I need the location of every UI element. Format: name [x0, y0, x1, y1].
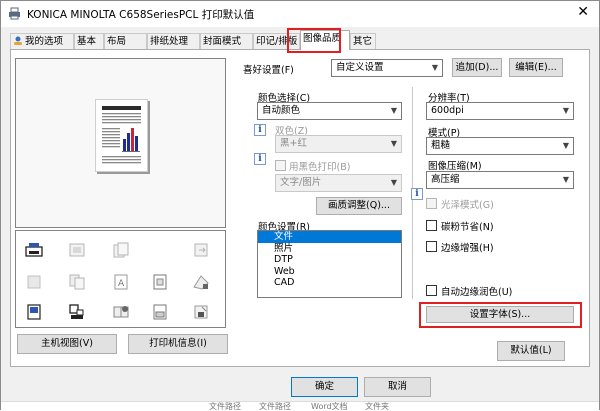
- punch-option-icon: [27, 304, 41, 320]
- tab-label: 其它: [353, 36, 373, 47]
- resolution-value: 600dpi: [431, 105, 464, 116]
- bw-print-value: 文字/图片: [280, 177, 322, 188]
- bw-print-label: 用黑色打印(B): [289, 162, 351, 173]
- tab-label: 排纸处理: [150, 36, 189, 47]
- paper-option-icon: [27, 275, 41, 289]
- tab-paper-handling[interactable]: 排纸处理: [147, 33, 200, 50]
- title-bar: KONICA MINOLTA C658SeriesPCL 打印默认值 ✕: [1, 1, 599, 27]
- fold-option-icon: [113, 306, 129, 318]
- bw-print-select[interactable]: 文字/图片 ▼: [275, 174, 402, 192]
- duplex-option-icon: [69, 274, 85, 290]
- auto-trapping-label: 自动边缘润色(U): [441, 287, 513, 298]
- device-options-panel: A: [15, 230, 226, 328]
- host-view-button[interactable]: 主机视图(V): [17, 334, 117, 354]
- tab-label: 图像品质: [303, 33, 342, 44]
- compression-select[interactable]: 高压缩 ▼: [426, 171, 574, 189]
- toner-save-label: 碳粉节省(N): [441, 222, 494, 233]
- tray-option-icon: [69, 243, 85, 257]
- favorites-value: 自定义设置: [336, 62, 384, 73]
- info-icon: i: [254, 124, 266, 136]
- tray-output-icon: [153, 304, 167, 320]
- print-preview: [15, 58, 226, 228]
- copy-option-icon: [113, 242, 129, 258]
- printer-main-icon[interactable]: [25, 241, 43, 259]
- font-settings-button[interactable]: 设置字体(S)...: [426, 306, 574, 323]
- list-item[interactable]: Web: [258, 266, 401, 278]
- chevron-down-icon: ▼: [431, 63, 438, 72]
- mode-select[interactable]: 粗糙 ▼: [426, 137, 574, 155]
- color-settings-list[interactable]: 文件 照片 DTP Web CAD: [257, 230, 402, 298]
- quality-adjust-button[interactable]: 画质调整(Q)...: [316, 197, 402, 215]
- compression-value: 高压缩: [431, 174, 460, 185]
- font-option-icon: A: [114, 274, 128, 290]
- edit-favorite-button[interactable]: 编辑(E)...: [509, 58, 563, 77]
- list-item[interactable]: 文件: [258, 231, 401, 243]
- compression-label: 图像压缩(M): [428, 161, 482, 172]
- tab-other[interactable]: 其它: [350, 33, 376, 50]
- info-icon: i: [411, 188, 423, 200]
- duotone-select[interactable]: 黑+红 ▼: [275, 135, 402, 153]
- list-item[interactable]: DTP: [258, 254, 401, 266]
- tab-label: 封面模式: [203, 36, 242, 47]
- preview-page: [95, 99, 148, 172]
- window-title: KONICA MINOLTA C658SeriesPCL 打印默认值: [27, 9, 255, 21]
- default-button[interactable]: 默认值(L): [497, 341, 565, 361]
- tab-strip: 我的选项 基本 布局 排纸处理 封面模式 印记/排版 图像品质 其它: [10, 30, 590, 50]
- list-item[interactable]: CAD: [258, 277, 401, 289]
- gloss-mode-label: 光泽模式(G): [441, 200, 494, 211]
- ok-button[interactable]: 确定: [291, 377, 358, 397]
- list-item[interactable]: 照片: [258, 243, 401, 255]
- tab-stamp-composition[interactable]: 印记/排版: [253, 33, 300, 50]
- chevron-down-icon: ▼: [390, 106, 397, 115]
- close-icon[interactable]: ✕: [577, 4, 589, 20]
- staple-option-icon: [69, 304, 84, 319]
- chevron-down-icon: ▼: [562, 141, 569, 150]
- printer-info-button[interactable]: 打印机信息(I): [128, 334, 228, 354]
- duotone-value: 黑+红: [280, 138, 307, 149]
- tab-label: 基本: [77, 36, 97, 47]
- favorites-select[interactable]: 自定义设置 ▼: [331, 59, 443, 77]
- output-option-icon: [194, 243, 208, 257]
- chevron-down-icon: ▼: [562, 175, 569, 184]
- toner-save-checkbox[interactable]: [426, 220, 437, 231]
- accessory-option-icon: [194, 305, 208, 319]
- tab-image-quality[interactable]: 图像品质: [300, 30, 350, 50]
- info-icon: i: [254, 153, 266, 165]
- color-select-value: 自动颜色: [262, 105, 301, 116]
- tab-cover-mode[interactable]: 封面模式: [200, 33, 253, 50]
- printer-app-icon: [9, 7, 20, 20]
- svg-text:A: A: [118, 279, 125, 289]
- cancel-button[interactable]: 取消: [364, 377, 431, 397]
- dialog-footer: 确定 取消: [1, 367, 599, 401]
- color-select[interactable]: 自动颜色 ▼: [257, 102, 402, 120]
- tab-layout[interactable]: 布局: [104, 33, 147, 50]
- mode-value: 粗糙: [431, 140, 451, 151]
- edge-enhance-checkbox[interactable]: [426, 241, 437, 252]
- finisher-option-icon: [193, 275, 209, 290]
- tab-my-options[interactable]: 我的选项: [10, 33, 74, 50]
- auto-trapping-checkbox[interactable]: [426, 285, 437, 296]
- preview-page-content: [102, 106, 141, 164]
- chevron-down-icon: ▼: [562, 106, 569, 115]
- chevron-down-icon: ▼: [390, 139, 397, 148]
- tab-label: 布局: [107, 36, 127, 47]
- tab-label: 印记/排版: [256, 36, 298, 47]
- favorites-label: 喜好设置(F): [243, 65, 294, 76]
- booklet-option-icon: [153, 274, 167, 290]
- add-favorite-button[interactable]: 追加(D)...: [452, 58, 502, 77]
- tab-label: 我的选项: [25, 36, 64, 47]
- edge-enhance-label: 边缘增强(H): [441, 243, 494, 254]
- tab-basic[interactable]: 基本: [74, 33, 104, 50]
- resolution-select[interactable]: 600dpi ▼: [426, 102, 574, 120]
- gloss-mode-checkbox[interactable]: [426, 198, 437, 209]
- chevron-down-icon: ▼: [390, 178, 397, 187]
- print-defaults-dialog: KONICA MINOLTA C658SeriesPCL 打印默认值 ✕ 我的选…: [0, 0, 600, 411]
- user-icon: [14, 36, 22, 45]
- bw-print-checkbox[interactable]: [275, 160, 286, 171]
